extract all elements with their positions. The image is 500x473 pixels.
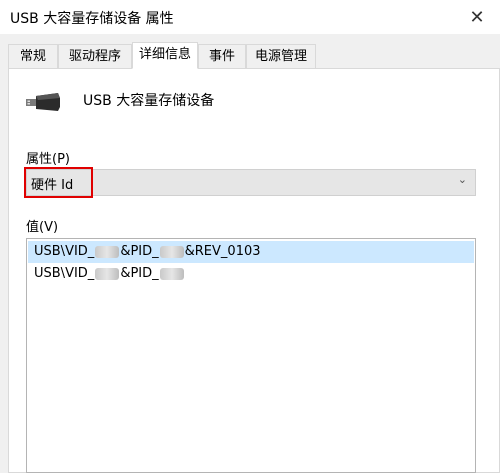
tab-power-management[interactable]: 电源管理 bbox=[246, 44, 316, 68]
property-selected-value: 硬件 Id bbox=[31, 178, 74, 193]
close-button[interactable]: ✕ bbox=[454, 0, 500, 34]
window-title: USB 大容量存储设备 属性 bbox=[10, 11, 174, 27]
value-label: 值(V) bbox=[26, 220, 59, 235]
redacted-blur bbox=[95, 267, 120, 280]
redacted-blur bbox=[95, 245, 120, 258]
property-dropdown[interactable]: 硬件 Id ⌄ bbox=[26, 169, 476, 196]
list-item[interactable]: USB\VID_ &PID_ &REV_0103 bbox=[28, 241, 474, 263]
tab-general[interactable]: 常规 bbox=[8, 44, 58, 68]
device-name: USB 大容量存储设备 bbox=[83, 93, 215, 109]
property-label: 属性(P) bbox=[26, 152, 70, 167]
tab-driver[interactable]: 驱动程序 bbox=[58, 44, 132, 68]
list-item[interactable]: USB\VID_ &PID_ bbox=[28, 263, 474, 285]
title-bar: USB 大容量存储设备 属性 ✕ bbox=[0, 0, 500, 34]
usb-device-icon bbox=[26, 93, 60, 111]
tab-events[interactable]: 事件 bbox=[198, 44, 246, 68]
tab-strip: 常规 驱动程序 详细信息 事件 电源管理 bbox=[8, 42, 500, 69]
tab-details[interactable]: 详细信息 bbox=[132, 42, 198, 69]
chevron-down-icon: ⌄ bbox=[457, 173, 467, 186]
value-listbox[interactable]: USB\VID_ &PID_ &REV_0103 USB\VID_ &PID_ bbox=[26, 238, 476, 473]
redacted-blur bbox=[159, 267, 184, 280]
redacted-blur bbox=[159, 245, 184, 258]
